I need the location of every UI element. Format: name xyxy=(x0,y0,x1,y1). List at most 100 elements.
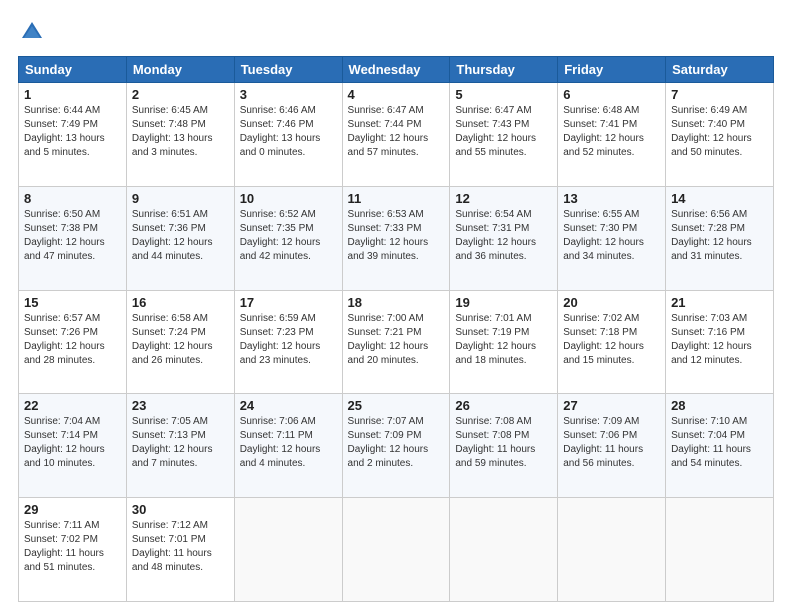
day-info: Sunrise: 6:46 AM Sunset: 7:46 PM Dayligh… xyxy=(240,104,337,160)
calendar-day-cell: 8 Sunrise: 6:50 AM Sunset: 7:38 PM Daylig… xyxy=(19,186,127,290)
day-info: Sunrise: 7:05 AM Sunset: 7:13 PM Dayligh… xyxy=(132,415,229,471)
day-number: 2 xyxy=(132,87,229,102)
calendar-day-cell xyxy=(666,498,774,602)
calendar-day-cell: 21 Sunrise: 7:03 AM Sunset: 7:16 PM Dayli… xyxy=(666,290,774,394)
day-number: 5 xyxy=(455,87,552,102)
day-info: Sunrise: 6:53 AM Sunset: 7:33 PM Dayligh… xyxy=(348,208,445,264)
calendar-day-cell: 2Sunrise: 6:45 AM Sunset: 7:48 PM Daylig… xyxy=(126,83,234,187)
day-number: 4 xyxy=(348,87,445,102)
day-number: 29 xyxy=(24,502,121,517)
day-info: Sunrise: 7:02 AM Sunset: 7:18 PM Dayligh… xyxy=(563,312,660,368)
calendar-day-cell: 27 Sunrise: 7:09 AM Sunset: 7:06 PM Dayli… xyxy=(558,394,666,498)
day-info: Sunrise: 7:07 AM Sunset: 7:09 PM Dayligh… xyxy=(348,415,445,471)
calendar-day-cell xyxy=(558,498,666,602)
day-number: 25 xyxy=(348,398,445,413)
calendar-day-cell xyxy=(234,498,342,602)
day-number: 10 xyxy=(240,191,337,206)
day-info: Sunrise: 7:06 AM Sunset: 7:11 PM Dayligh… xyxy=(240,415,337,471)
day-number: 19 xyxy=(455,295,552,310)
calendar-day-cell: 20 Sunrise: 7:02 AM Sunset: 7:18 PM Dayli… xyxy=(558,290,666,394)
day-info: Sunrise: 6:48 AM Sunset: 7:41 PM Dayligh… xyxy=(563,104,660,160)
day-number: 16 xyxy=(132,295,229,310)
day-number: 7 xyxy=(671,87,768,102)
day-info: Sunrise: 7:11 AM Sunset: 7:02 PM Dayligh… xyxy=(24,519,121,575)
day-info: Sunrise: 7:08 AM Sunset: 7:08 PM Dayligh… xyxy=(455,415,552,471)
day-info: Sunrise: 7:09 AM Sunset: 7:06 PM Dayligh… xyxy=(563,415,660,471)
day-number: 26 xyxy=(455,398,552,413)
calendar-day-header: Sunday xyxy=(19,57,127,83)
day-number: 15 xyxy=(24,295,121,310)
calendar-day-cell xyxy=(450,498,558,602)
calendar-day-cell: 23 Sunrise: 7:05 AM Sunset: 7:13 PM Dayli… xyxy=(126,394,234,498)
day-info: Sunrise: 7:04 AM Sunset: 7:14 PM Dayligh… xyxy=(24,415,121,471)
calendar-day-header: Friday xyxy=(558,57,666,83)
calendar-day-cell: 1 Sunrise: 6:44 AM Sunset: 7:49 PM Daylig… xyxy=(19,83,127,187)
day-number: 22 xyxy=(24,398,121,413)
calendar-day-cell: 30 Sunrise: 7:12 AM Sunset: 7:01 PM Dayli… xyxy=(126,498,234,602)
day-info: Sunrise: 6:59 AM Sunset: 7:23 PM Dayligh… xyxy=(240,312,337,368)
day-number: 12 xyxy=(455,191,552,206)
day-number: 24 xyxy=(240,398,337,413)
day-number: 30 xyxy=(132,502,229,517)
calendar-day-cell: 3 Sunrise: 6:46 AM Sunset: 7:46 PM Daylig… xyxy=(234,83,342,187)
calendar-day-cell: 18 Sunrise: 7:00 AM Sunset: 7:21 PM Dayli… xyxy=(342,290,450,394)
calendar-day-cell: 10 Sunrise: 6:52 AM Sunset: 7:35 PM Dayli… xyxy=(234,186,342,290)
day-number: 8 xyxy=(24,191,121,206)
day-info: Sunrise: 6:55 AM Sunset: 7:30 PM Dayligh… xyxy=(563,208,660,264)
day-number: 23 xyxy=(132,398,229,413)
logo xyxy=(18,18,50,46)
header xyxy=(18,18,774,46)
calendar-day-cell: 13Sunrise: 6:55 AM Sunset: 7:30 PM Dayli… xyxy=(558,186,666,290)
calendar-day-cell: 25 Sunrise: 7:07 AM Sunset: 7:09 PM Dayli… xyxy=(342,394,450,498)
calendar-day-cell: 12 Sunrise: 6:54 AM Sunset: 7:31 PM Dayli… xyxy=(450,186,558,290)
day-info: Sunrise: 6:54 AM Sunset: 7:31 PM Dayligh… xyxy=(455,208,552,264)
calendar-day-cell: 29 Sunrise: 7:11 AM Sunset: 7:02 PM Dayli… xyxy=(19,498,127,602)
calendar-day-cell: 19 Sunrise: 7:01 AM Sunset: 7:19 PM Dayli… xyxy=(450,290,558,394)
day-number: 9 xyxy=(132,191,229,206)
day-info: Sunrise: 6:50 AM Sunset: 7:38 PM Dayligh… xyxy=(24,208,121,264)
calendar-day-header: Thursday xyxy=(450,57,558,83)
calendar-day-cell: 6 Sunrise: 6:48 AM Sunset: 7:41 PM Daylig… xyxy=(558,83,666,187)
day-info: Sunrise: 7:00 AM Sunset: 7:21 PM Dayligh… xyxy=(348,312,445,368)
day-info: Sunrise: 7:10 AM Sunset: 7:04 PM Dayligh… xyxy=(671,415,768,471)
calendar-header-row: SundayMondayTuesdayWednesdayThursdayFrid… xyxy=(19,57,774,83)
calendar-day-cell: 9Sunrise: 6:51 AM Sunset: 7:36 PM Daylig… xyxy=(126,186,234,290)
day-number: 6 xyxy=(563,87,660,102)
calendar-day-cell: 14Sunrise: 6:56 AM Sunset: 7:28 PM Dayli… xyxy=(666,186,774,290)
day-info: Sunrise: 7:03 AM Sunset: 7:16 PM Dayligh… xyxy=(671,312,768,368)
page: SundayMondayTuesdayWednesdayThursdayFrid… xyxy=(0,0,792,612)
calendar-day-cell xyxy=(342,498,450,602)
day-info: Sunrise: 6:44 AM Sunset: 7:49 PM Dayligh… xyxy=(24,104,121,160)
calendar-week-row: 22 Sunrise: 7:04 AM Sunset: 7:14 PM Dayli… xyxy=(19,394,774,498)
calendar-week-row: 8 Sunrise: 6:50 AM Sunset: 7:38 PM Daylig… xyxy=(19,186,774,290)
calendar-day-cell: 16 Sunrise: 6:58 AM Sunset: 7:24 PM Dayli… xyxy=(126,290,234,394)
day-info: Sunrise: 6:52 AM Sunset: 7:35 PM Dayligh… xyxy=(240,208,337,264)
calendar-day-cell: 28 Sunrise: 7:10 AM Sunset: 7:04 PM Dayli… xyxy=(666,394,774,498)
day-number: 17 xyxy=(240,295,337,310)
day-info: Sunrise: 7:01 AM Sunset: 7:19 PM Dayligh… xyxy=(455,312,552,368)
day-number: 11 xyxy=(348,191,445,206)
day-info: Sunrise: 6:49 AM Sunset: 7:40 PM Dayligh… xyxy=(671,104,768,160)
calendar-day-header: Saturday xyxy=(666,57,774,83)
day-number: 27 xyxy=(563,398,660,413)
day-info: Sunrise: 6:58 AM Sunset: 7:24 PM Dayligh… xyxy=(132,312,229,368)
calendar-day-cell: 24 Sunrise: 7:06 AM Sunset: 7:11 PM Dayli… xyxy=(234,394,342,498)
calendar-day-cell: 4Sunrise: 6:47 AM Sunset: 7:44 PM Daylig… xyxy=(342,83,450,187)
calendar-day-cell: 7 Sunrise: 6:49 AM Sunset: 7:40 PM Daylig… xyxy=(666,83,774,187)
day-number: 28 xyxy=(671,398,768,413)
calendar-day-header: Tuesday xyxy=(234,57,342,83)
logo-icon xyxy=(18,18,46,46)
day-number: 3 xyxy=(240,87,337,102)
calendar-week-row: 29 Sunrise: 7:11 AM Sunset: 7:02 PM Dayli… xyxy=(19,498,774,602)
day-info: Sunrise: 7:12 AM Sunset: 7:01 PM Dayligh… xyxy=(132,519,229,575)
calendar-week-row: 15Sunrise: 6:57 AM Sunset: 7:26 PM Dayli… xyxy=(19,290,774,394)
calendar-day-cell: 26 Sunrise: 7:08 AM Sunset: 7:08 PM Dayli… xyxy=(450,394,558,498)
day-number: 21 xyxy=(671,295,768,310)
calendar-day-header: Wednesday xyxy=(342,57,450,83)
calendar-day-cell: 22 Sunrise: 7:04 AM Sunset: 7:14 PM Dayli… xyxy=(19,394,127,498)
day-number: 18 xyxy=(348,295,445,310)
calendar-day-header: Monday xyxy=(126,57,234,83)
day-number: 1 xyxy=(24,87,121,102)
day-number: 20 xyxy=(563,295,660,310)
calendar-day-cell: 11 Sunrise: 6:53 AM Sunset: 7:33 PM Dayli… xyxy=(342,186,450,290)
